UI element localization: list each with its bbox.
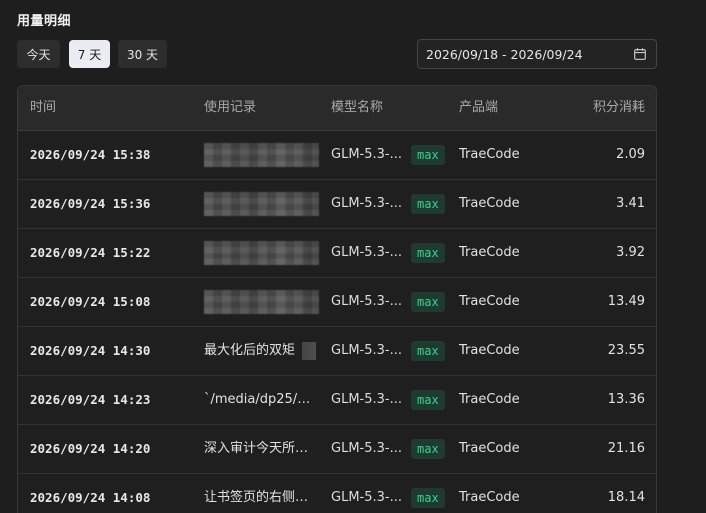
row-record: 深入审计今天所有... xyxy=(204,441,316,456)
row-time: 2026/09/24 15:22 xyxy=(30,245,151,260)
section-title: 用量明细 xyxy=(17,14,72,29)
row-time: 2026/09/24 14:23 xyxy=(30,392,151,407)
max-badge: max xyxy=(411,341,445,361)
blurred-record xyxy=(204,192,319,216)
row-credits: 3.92 xyxy=(616,245,645,260)
row-time: 2026/09/24 14:20 xyxy=(30,441,151,456)
date-range-picker[interactable]: 2026/09/18 - 2026/09/24 xyxy=(417,39,657,69)
row-time: 2026/09/24 15:36 xyxy=(30,196,151,211)
table-row: 2026/09/24 15:36 GLM-5.3-... max TraeCod… xyxy=(18,180,656,229)
calendar-icon xyxy=(634,48,646,60)
header-model: 模型名称 xyxy=(331,100,384,115)
blurred-record xyxy=(204,290,319,314)
usage-detail-page: 用量明细 今天 7 天 30 天 2026/09/18 - 2026/09/24… xyxy=(0,0,706,513)
row-model: GLM-5.3-... xyxy=(331,490,402,505)
table-row: 2026/09/24 14:20 深入审计今天所有... GLM-5.3-...… xyxy=(18,425,656,474)
max-badge: max xyxy=(411,292,445,312)
row-model: GLM-5.3-... xyxy=(331,245,402,260)
row-credits: 23.55 xyxy=(607,343,645,358)
date-range-value: 2026/09/18 - 2026/09/24 xyxy=(426,46,583,62)
row-model: GLM-5.3-... xyxy=(331,147,402,162)
blurred-record xyxy=(204,143,319,167)
row-model: GLM-5.3-... xyxy=(331,441,402,456)
row-product: TraeCode xyxy=(459,147,520,162)
row-record: 让书签页的右侧分... xyxy=(204,490,316,505)
row-credits: 2.09 xyxy=(616,147,645,162)
row-product: TraeCode xyxy=(459,245,520,260)
range-30-days-button[interactable]: 30 天 xyxy=(118,40,167,68)
max-badge: max xyxy=(411,145,445,165)
row-model: GLM-5.3-... xyxy=(331,294,402,309)
row-time: 2026/09/24 15:08 xyxy=(30,294,151,309)
row-model: GLM-5.3-... xyxy=(331,392,402,407)
row-model: GLM-5.3-... xyxy=(331,343,402,358)
table-header: 时间 使用记录 模型名称 产品端 积分消耗 xyxy=(18,86,656,131)
row-time: 2026/09/24 15:38 xyxy=(30,147,151,162)
row-credits: 21.16 xyxy=(607,441,645,456)
blurred-record-tail xyxy=(302,342,316,360)
max-badge: max xyxy=(411,390,445,410)
header-product: 产品端 xyxy=(459,100,499,115)
row-product: TraeCode xyxy=(459,392,520,407)
table-row: 2026/09/24 15:38 GLM-5.3-... max TraeCod… xyxy=(18,131,656,180)
max-badge: max xyxy=(411,488,445,508)
table-row: 2026/09/24 14:08 让书签页的右侧分... GLM-5.3-...… xyxy=(18,474,656,513)
table-row: 2026/09/24 14:23 `/media/dp25/DAT... GLM… xyxy=(18,376,656,425)
row-product: TraeCode xyxy=(459,343,520,358)
header-credits: 积分消耗 xyxy=(592,100,645,115)
usage-table: 时间 使用记录 模型名称 产品端 积分消耗 2026/09/24 15:38 G… xyxy=(17,85,657,513)
range-today-button[interactable]: 今天 xyxy=(17,40,60,68)
max-badge: max xyxy=(411,439,445,459)
row-model: GLM-5.3-... xyxy=(331,196,402,211)
table-row: 2026/09/24 14:30 最大化后的双矩 GLM-5.3-... max… xyxy=(18,327,656,376)
header-record: 使用记录 xyxy=(204,100,257,115)
table-row: 2026/09/24 15:08 GLM-5.3-... max TraeCod… xyxy=(18,278,656,327)
header-time: 时间 xyxy=(30,100,57,115)
row-credits: 13.49 xyxy=(607,294,645,309)
max-badge: max xyxy=(411,194,445,214)
row-time: 2026/09/24 14:08 xyxy=(30,490,151,505)
table-row: 2026/09/24 15:22 GLM-5.3-... max TraeCod… xyxy=(18,229,656,278)
max-badge: max xyxy=(411,243,445,263)
row-time: 2026/09/24 14:30 xyxy=(30,343,151,358)
row-credits: 3.41 xyxy=(616,196,645,211)
range-7-days-button[interactable]: 7 天 xyxy=(69,40,110,68)
row-product: TraeCode xyxy=(459,196,520,211)
row-product: TraeCode xyxy=(459,490,520,505)
row-product: TraeCode xyxy=(459,294,520,309)
row-credits: 18.14 xyxy=(607,490,645,505)
row-product: TraeCode xyxy=(459,441,520,456)
row-credits: 13.36 xyxy=(607,392,645,407)
row-record: 最大化后的双矩 xyxy=(204,343,296,358)
blurred-record xyxy=(204,241,319,265)
row-record: `/media/dp25/DAT... xyxy=(204,392,316,407)
